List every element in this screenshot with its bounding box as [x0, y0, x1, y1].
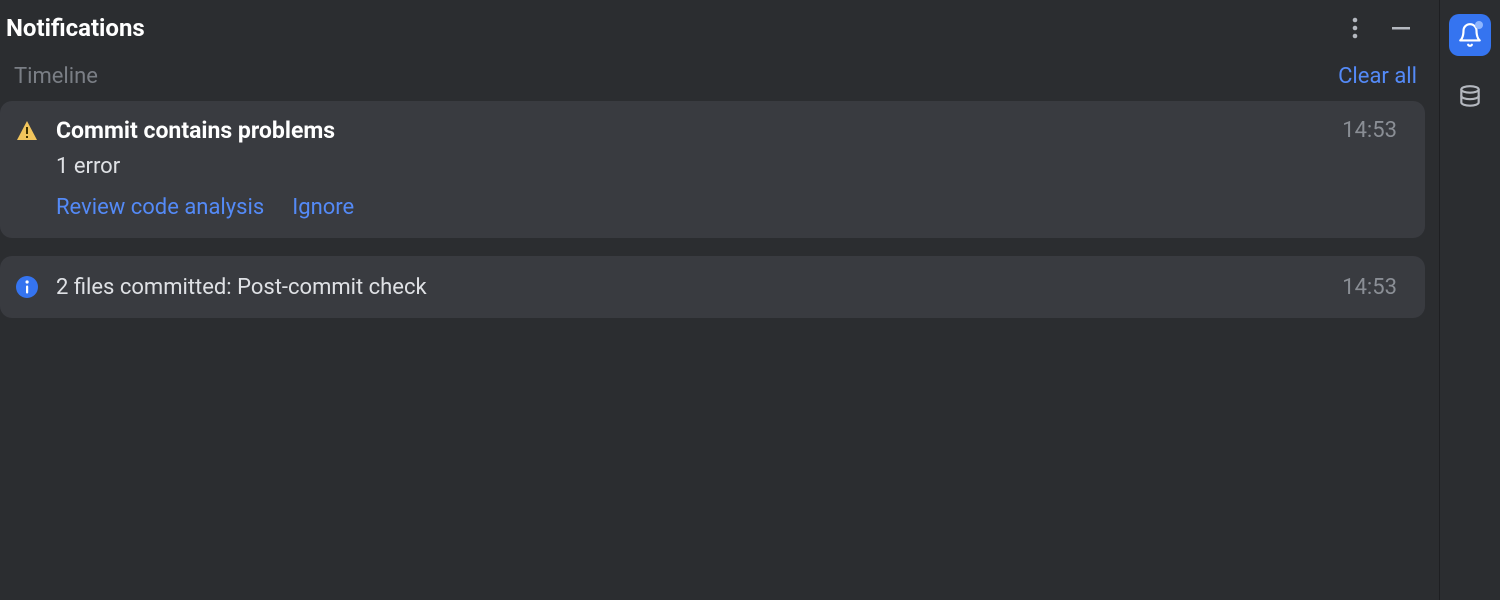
- notification-actions: Review code analysis Ignore: [14, 189, 1397, 220]
- rail-notifications-button[interactable]: [1449, 14, 1491, 56]
- panel-actions: [1343, 16, 1427, 40]
- review-code-analysis-link[interactable]: Review code analysis: [56, 195, 264, 220]
- notification-detail: 1 error: [14, 154, 1397, 179]
- right-tool-rail: [1440, 0, 1500, 600]
- minimize-icon: [1391, 18, 1411, 38]
- more-vertical-icon: [1352, 17, 1358, 39]
- notification-item[interactable]: 2 files committed: Post-commit check 14:…: [0, 256, 1425, 318]
- notifications-subheader: Timeline Clear all: [0, 64, 1439, 101]
- notification-dot-icon: [1475, 21, 1483, 29]
- rail-database-button[interactable]: [1449, 76, 1491, 118]
- notification-header-row: 2 files committed: Post-commit check 14:…: [14, 274, 1397, 300]
- panel-title: Notifications: [6, 14, 145, 42]
- notification-item[interactable]: Commit contains problems 14:53 1 error R…: [0, 101, 1425, 238]
- notification-time: 14:53: [1342, 275, 1397, 300]
- minimize-button[interactable]: [1389, 16, 1413, 40]
- ignore-link[interactable]: Ignore: [292, 195, 354, 220]
- more-options-button[interactable]: [1343, 16, 1367, 40]
- clear-all-button[interactable]: Clear all: [1338, 64, 1417, 89]
- notification-time: 14:53: [1342, 118, 1397, 143]
- timeline-label: Timeline: [14, 64, 98, 89]
- notifications-panel: Notifications Timeline Clear al: [0, 0, 1440, 600]
- notification-title: Commit contains problems: [56, 117, 1326, 144]
- notification-header-row: Commit contains problems 14:53: [14, 117, 1397, 144]
- notification-message: 2 files committed: Post-commit check: [56, 275, 1326, 300]
- notification-list: Commit contains problems 14:53 1 error R…: [0, 101, 1439, 318]
- database-icon: [1457, 84, 1483, 110]
- panel-header: Notifications: [0, 0, 1439, 64]
- info-icon: [14, 274, 40, 300]
- warning-icon: [14, 118, 40, 144]
